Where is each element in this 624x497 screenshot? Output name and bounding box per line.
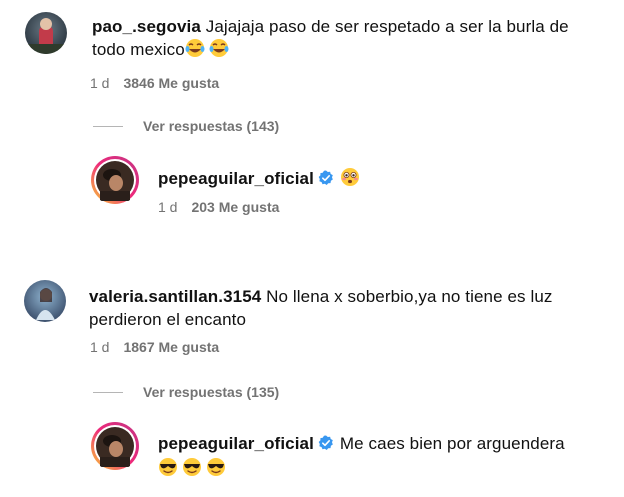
sunglasses-emoji-icon [206, 457, 226, 483]
replies-divider [93, 125, 123, 127]
reply-body: pepeaguilar_oficial Me caes bien por argu… [158, 432, 598, 483]
view-replies-label[interactable]: Ver respuestas (143) [143, 118, 279, 134]
reply-username[interactable]: pepeaguilar_oficial [158, 434, 314, 453]
reply-text: Me caes bien por arguendera [339, 434, 565, 453]
reply-meta: 1 d 203 Me gusta [158, 199, 279, 215]
flushed-face-emoji-icon [340, 167, 360, 193]
avatar-pepeaguilar-oficial[interactable] [90, 155, 140, 205]
comment-body: valeria.santillan.3154 No llena x soberb… [89, 285, 599, 331]
comment-time: 1 d [90, 339, 110, 355]
comment-text-line1: Jajajaja paso de ser respetado a ser la … [205, 17, 569, 36]
reply-body: pepeaguilar_oficial [158, 167, 364, 193]
reply-likes[interactable]: 203 Me gusta [191, 199, 279, 215]
comment-likes[interactable]: 3846 Me gusta [123, 75, 219, 91]
comment-meta: 1 d 1867 Me gusta [90, 339, 219, 355]
verified-badge-icon [318, 169, 334, 192]
view-replies-button[interactable]: Ver respuestas (143) [93, 118, 279, 134]
comment-body: pao_.segovia Jajajaja paso de ser respet… [92, 15, 592, 64]
avatar-pepeaguilar-oficial[interactable] [90, 421, 140, 471]
avatar-pao-segovia[interactable] [25, 12, 67, 54]
comment-text-line2: perdieron el encanto [89, 310, 247, 329]
comment-username[interactable]: valeria.santillan.3154 [89, 287, 261, 306]
comment-time: 1 d [90, 75, 110, 91]
verified-badge-icon [318, 434, 334, 457]
comment-meta: 1 d 3846 Me gusta [90, 75, 219, 91]
reply-username[interactable]: pepeaguilar_oficial [158, 169, 314, 188]
comment-text-line2: todo mexico [92, 40, 185, 59]
view-replies-button[interactable]: Ver respuestas (135) [93, 384, 279, 400]
comment-text-line1: No llena x soberbio,ya no tiene es luz [266, 287, 553, 306]
comment-username[interactable]: pao_.segovia [92, 17, 201, 36]
comment-likes[interactable]: 1867 Me gusta [123, 339, 219, 355]
replies-divider [93, 391, 123, 393]
laughing-crying-emoji-icon [209, 38, 229, 64]
reply-time: 1 d [158, 199, 178, 215]
avatar-valeria-santillan[interactable] [24, 280, 66, 322]
sunglasses-emoji-icon [158, 457, 178, 483]
laughing-crying-emoji-icon [185, 38, 205, 64]
sunglasses-emoji-icon [182, 457, 202, 483]
view-replies-label[interactable]: Ver respuestas (135) [143, 384, 279, 400]
